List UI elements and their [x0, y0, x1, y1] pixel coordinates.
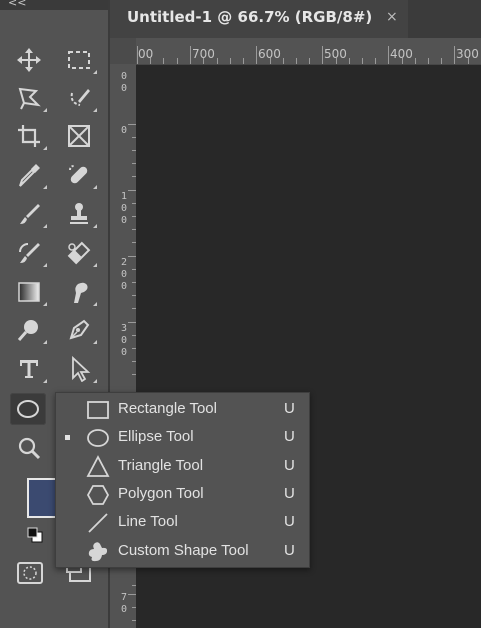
- tool-group-indicator: [43, 108, 47, 112]
- flyout-item-label: Triangle Tool: [118, 457, 204, 474]
- tool-group-indicator: [93, 185, 97, 189]
- type-tool-icon[interactable]: [14, 354, 44, 384]
- ruler-label-vertical: 00: [120, 71, 128, 94]
- rectangle-icon: [87, 401, 109, 419]
- history-brush-tool-icon[interactable]: [14, 238, 44, 268]
- flyout-item-shortcut: U: [284, 400, 295, 417]
- zoom-tool-icon[interactable]: [14, 433, 44, 463]
- flyout-item-shortcut: U: [284, 485, 295, 502]
- eraser-tool-icon[interactable]: [64, 238, 94, 268]
- tool-group-indicator: [93, 108, 97, 112]
- ruler-label-vertical: 0: [120, 125, 128, 136]
- close-icon[interactable]: ×: [386, 9, 398, 25]
- horizontal-ruler-ticks: [137, 46, 469, 64]
- flyout-item-label: Rectangle Tool: [118, 400, 217, 417]
- ruler-label: 500: [324, 47, 347, 61]
- horizontal-ruler[interactable]: [110, 38, 481, 65]
- flyout-item-polygon-tool[interactable]: Polygon Tool U: [56, 481, 309, 509]
- flyout-item-custom-shape-tool[interactable]: Custom Shape Tool U: [56, 538, 309, 566]
- ruler-label-vertical: 70: [120, 592, 128, 615]
- collapse-icon[interactable]: <<: [8, 0, 26, 10]
- ruler-label-vertical: 200: [120, 257, 128, 292]
- ruler-label: 700: [192, 47, 215, 61]
- dodge-tool-icon[interactable]: [14, 315, 44, 345]
- flyout-item-label: Ellipse Tool: [118, 428, 194, 445]
- tool-group-indicator: [43, 340, 47, 344]
- selected-indicator-icon: [65, 435, 70, 440]
- default-colors-icon[interactable]: [27, 527, 43, 543]
- tool-group-indicator: [93, 263, 97, 267]
- flyout-item-ellipse-tool[interactable]: Ellipse Tool U: [56, 424, 309, 452]
- document-tab-title[interactable]: Untitled-1 @ 66.7% (RGB/8#): [127, 8, 372, 26]
- tool-group-indicator: [93, 340, 97, 344]
- tool-group-indicator: [93, 70, 97, 74]
- brush-tool-icon[interactable]: [14, 199, 44, 229]
- tool-group-indicator: [93, 302, 97, 306]
- move-tool-icon[interactable]: [14, 45, 44, 75]
- tool-group-indicator: [43, 185, 47, 189]
- smudge-tool-icon[interactable]: [64, 277, 94, 307]
- object-selection-tool-icon[interactable]: [64, 83, 94, 113]
- polygon-icon: [86, 485, 110, 505]
- pen-tool-icon[interactable]: [64, 315, 94, 345]
- tool-group-indicator: [43, 146, 47, 150]
- eyedropper-tool-icon[interactable]: [14, 160, 44, 190]
- gradient-tool-icon[interactable]: [14, 277, 44, 307]
- flyout-item-rectangle-tool[interactable]: Rectangle Tool U: [56, 396, 309, 424]
- flyout-item-label: Line Tool: [118, 513, 178, 530]
- tool-group-indicator: [43, 379, 47, 383]
- marquee-tool-icon[interactable]: [64, 45, 94, 75]
- flyout-item-label: Custom Shape Tool: [118, 542, 249, 559]
- ruler-label: 400: [390, 47, 413, 61]
- flyout-item-triangle-tool[interactable]: Triangle Tool U: [56, 453, 309, 481]
- line-icon: [88, 513, 108, 533]
- custom-shape-icon: [88, 542, 108, 562]
- ruler-label-vertical: 300: [120, 323, 128, 358]
- tool-group-indicator: [93, 379, 97, 383]
- ruler-origin[interactable]: [110, 38, 136, 64]
- crop-tool-icon[interactable]: [14, 121, 44, 151]
- flyout-item-shortcut: U: [284, 428, 295, 445]
- healing-brush-tool-icon[interactable]: [64, 160, 94, 190]
- tool-group-indicator: [93, 224, 97, 228]
- ruler-label-vertical: 100: [120, 191, 128, 226]
- frame-tool-icon[interactable]: [64, 121, 94, 151]
- ruler-label: 300: [456, 47, 479, 61]
- flyout-item-label: Polygon Tool: [118, 485, 204, 502]
- tool-group-indicator: [43, 302, 47, 306]
- ellipse-tool-icon[interactable]: [10, 393, 46, 425]
- flyout-item-shortcut: U: [284, 513, 295, 530]
- flyout-item-shortcut: U: [284, 542, 295, 559]
- lasso-tool-icon[interactable]: [14, 83, 44, 113]
- clone-stamp-tool-icon[interactable]: [64, 199, 94, 229]
- path-selection-tool-icon[interactable]: [64, 354, 94, 384]
- ellipse-icon: [87, 429, 109, 447]
- tool-group-indicator: [43, 224, 47, 228]
- shape-tool-flyout-menu: Rectangle Tool U Ellipse Tool U Triangle…: [55, 392, 310, 568]
- triangle-icon: [86, 455, 110, 477]
- flyout-item-shortcut: U: [284, 457, 295, 474]
- ruler-label: 00: [138, 47, 154, 61]
- tool-group-indicator: [43, 263, 47, 267]
- quick-mask-icon[interactable]: [15, 560, 45, 586]
- ruler-label: 600: [258, 47, 281, 61]
- flyout-item-line-tool[interactable]: Line Tool U: [56, 509, 309, 537]
